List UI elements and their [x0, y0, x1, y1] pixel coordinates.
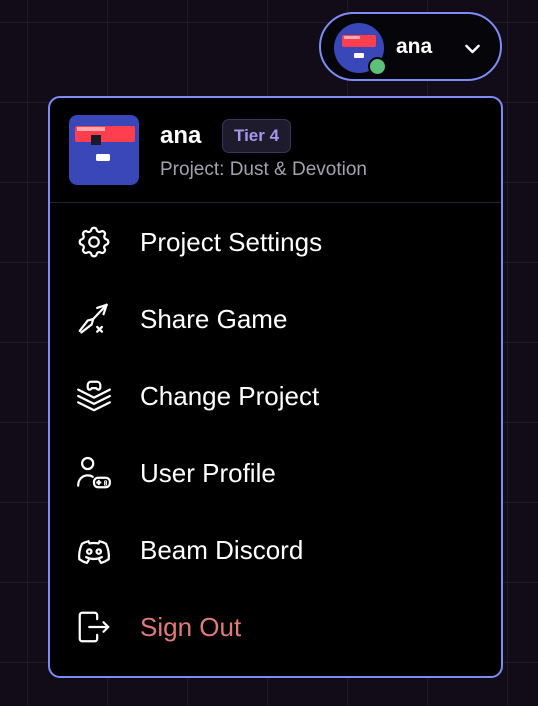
account-dropdown-menu: ana Tier 4 Project: Dust & Devotion Proj…: [48, 96, 503, 678]
discord-icon: [78, 540, 110, 565]
menu-header: ana Tier 4 Project: Dust & Devotion: [50, 98, 501, 203]
menu-item-label: User Profile: [140, 458, 276, 488]
user-gamepad-icon: [77, 456, 111, 489]
menu-item-project-settings[interactable]: Project Settings: [50, 206, 501, 276]
menu-item-label: Sign Out: [140, 612, 242, 642]
account-menu-toggle[interactable]: ana: [319, 12, 502, 81]
layers-gamepad-icon: [77, 380, 111, 412]
menu-item-label: Share Game: [140, 304, 288, 334]
account-username: ana: [396, 35, 433, 58]
online-status-dot: [368, 57, 387, 76]
tier-badge: Tier 4: [222, 119, 292, 153]
gear-icon: [78, 226, 110, 258]
menu-item-beam-discord[interactable]: Beam Discord: [50, 514, 501, 584]
menu-item-label: Beam Discord: [140, 535, 304, 565]
menu-item-change-project[interactable]: Change Project: [50, 360, 501, 430]
chevron-down-icon: [465, 44, 480, 54]
profile-name: ana: [160, 122, 202, 149]
menu-item-label: Change Project: [140, 381, 320, 411]
rocket-launch-icon: [78, 303, 108, 334]
current-project: Project: Dust & Devotion: [160, 159, 367, 180]
menu-item-sign-out[interactable]: Sign Out: [50, 591, 501, 661]
robot-avatar-icon: [69, 115, 139, 185]
menu-item-user-profile[interactable]: User Profile: [50, 437, 501, 507]
sign-out-icon: [78, 611, 110, 643]
menu-item-share-game[interactable]: Share Game: [50, 283, 501, 353]
menu-item-label: Project Settings: [140, 227, 323, 257]
